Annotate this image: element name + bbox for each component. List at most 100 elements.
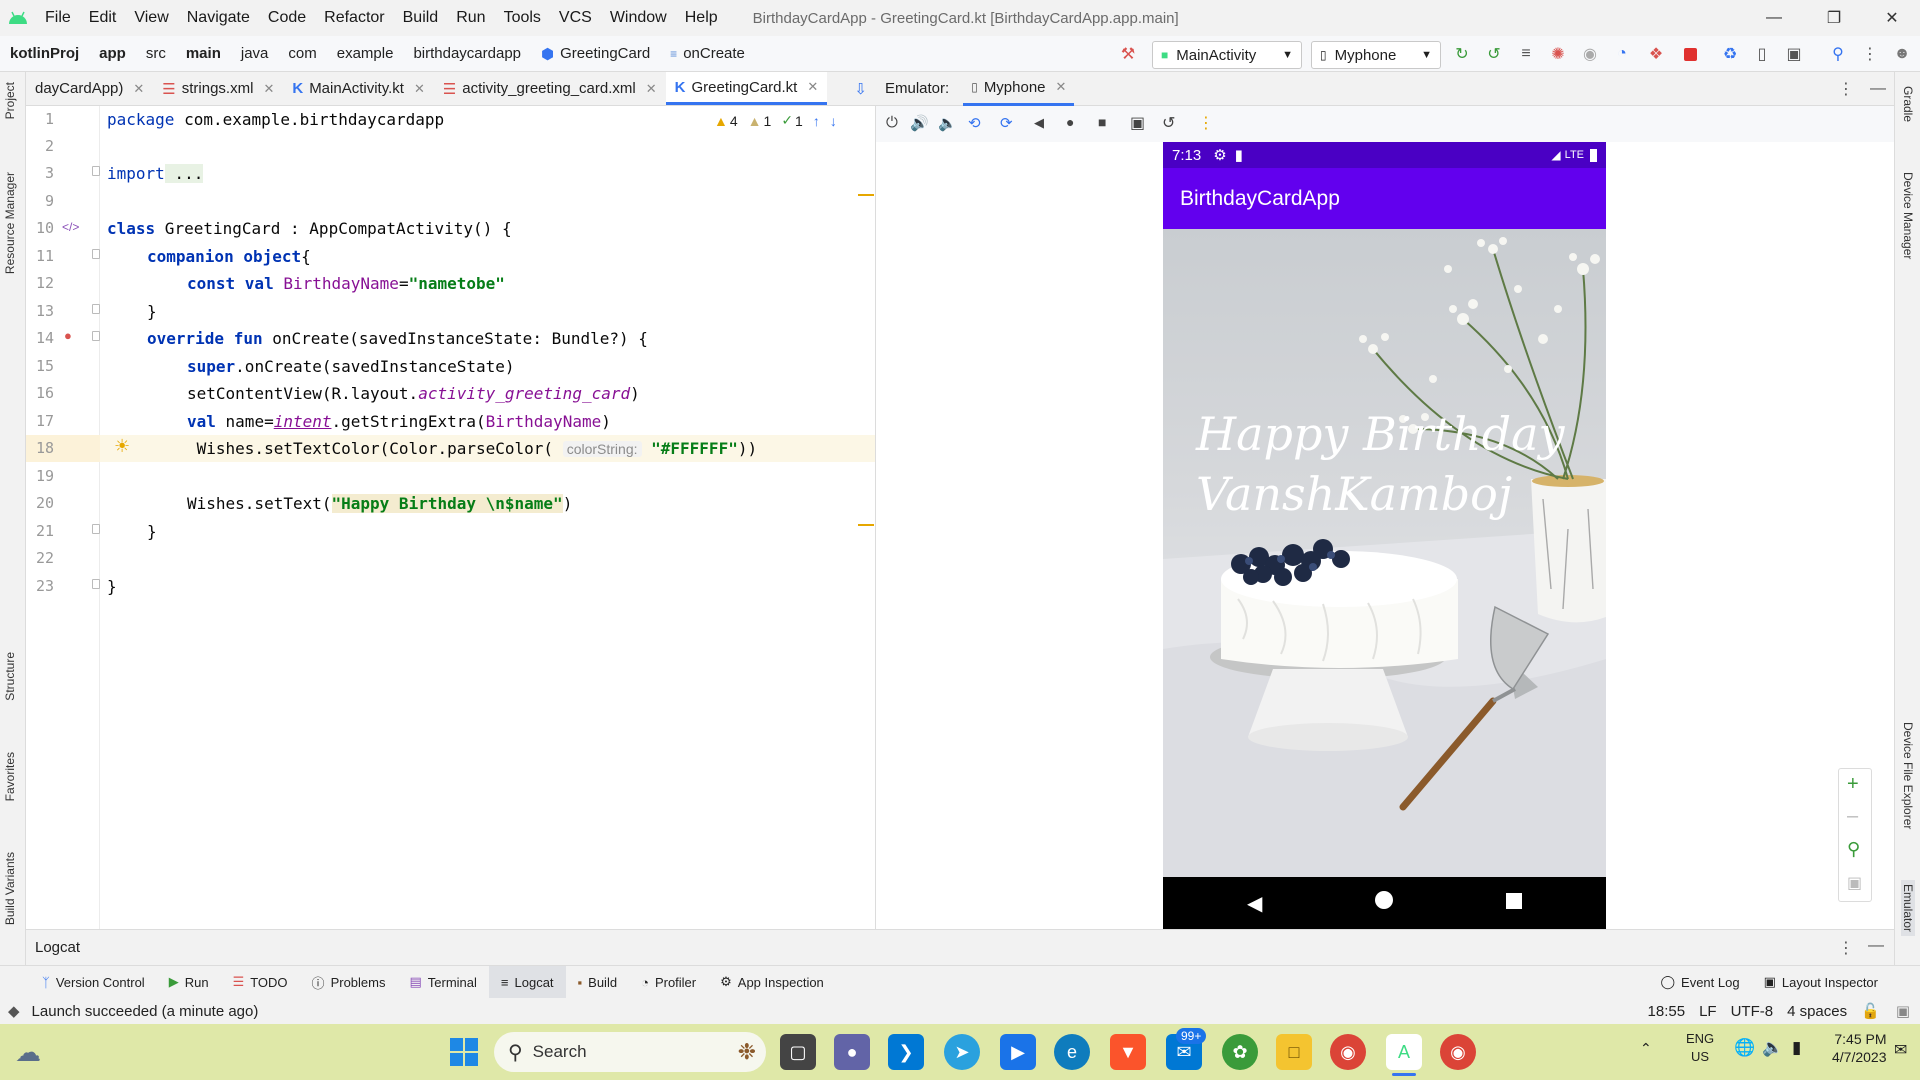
menu-view[interactable]: View (125, 0, 177, 36)
tab-logcat[interactable]: ≡ Logcat (488, 965, 566, 999)
crumb-main[interactable]: main (176, 45, 231, 62)
volume-down-icon[interactable]: 🔈 (938, 114, 957, 132)
start-button[interactable] (446, 1034, 482, 1070)
indent-setting[interactable]: 4 spaces (1787, 1003, 1847, 1020)
tab-layout-inspector[interactable]: ▣ Layout Inspector (1752, 966, 1890, 999)
close-icon[interactable]: ✕ (646, 81, 657, 97)
arrow-down-icon[interactable]: ↓ (830, 113, 837, 129)
power-icon[interactable]: ⏻ (886, 114, 898, 131)
tab-profiler[interactable]: ◔ Profiler (629, 966, 708, 999)
home-icon[interactable]: ● (1066, 114, 1074, 130)
warning-marker[interactable] (858, 194, 874, 196)
tab-event-log[interactable]: ◯ Event Log (1648, 966, 1751, 999)
snapshot-icon[interactable]: ↺ (1162, 113, 1175, 133)
apply-code-changes-icon[interactable]: ↺ (1484, 44, 1504, 64)
crumb-class[interactable]: ⬢ GreetingCard (531, 45, 660, 63)
tab-resource-manager[interactable]: Resource Manager (3, 172, 17, 274)
tab-file-mainactivity[interactable]: K MainActivity.kt ✕ (283, 72, 434, 105)
arrow-up-icon[interactable]: ↑ (813, 113, 820, 129)
menu-code[interactable]: Code (259, 0, 315, 36)
run-with-coverage-icon[interactable]: ≡ (1516, 44, 1536, 64)
memory-indicator-icon[interactable]: ▣ (1896, 1002, 1910, 1020)
battery-icon[interactable]: ▮ (1792, 1038, 1801, 1058)
task-view-icon[interactable]: ▢ (780, 1034, 816, 1070)
tab-favorites[interactable]: Favorites (3, 752, 17, 801)
tab-terminal[interactable]: ▤ Terminal (397, 966, 488, 999)
fold-icon[interactable] (92, 249, 100, 259)
override-marker-icon[interactable]: ● (64, 328, 72, 343)
menu-vcs[interactable]: VCS (550, 0, 601, 36)
crumb-module[interactable]: app (89, 45, 136, 62)
tab-gradle[interactable]: Gradle (1901, 86, 1915, 122)
restore-button[interactable]: ❐ (1806, 0, 1862, 36)
layout-link-icon[interactable]: </> (62, 220, 79, 234)
rerun-icon[interactable]: ❖ (1646, 44, 1666, 64)
tab-device-manager[interactable]: Device Manager (1901, 172, 1915, 259)
tab-run[interactable]: ▶ Run (157, 966, 221, 999)
close-icon[interactable]: ✕ (263, 81, 274, 97)
hide-panel-icon[interactable]: — (1868, 937, 1884, 955)
tabs-overflow-icon[interactable]: ⇩ (845, 72, 876, 105)
crumb-java[interactable]: java (231, 45, 279, 62)
close-icon[interactable]: ✕ (1056, 79, 1067, 95)
debug-icon[interactable]: ✺ (1548, 44, 1568, 64)
tab-build[interactable]: ▪ Build (566, 966, 630, 999)
taskbar-search[interactable]: ⚲ Search ❉ (494, 1032, 766, 1072)
menu-tools[interactable]: Tools (495, 0, 550, 36)
account-icon[interactable]: ☻ (1892, 44, 1912, 64)
inspection-widget[interactable]: ▲ 4 ▲ 1 ✓ 1 ↑ ↓ (714, 112, 837, 129)
edge-icon[interactable]: e (1054, 1034, 1090, 1070)
crumb-com[interactable]: com (278, 45, 326, 62)
fold-icon[interactable] (92, 524, 100, 534)
leaf-app-icon[interactable]: ✿ (1222, 1034, 1258, 1070)
volume-up-icon[interactable]: 🔊 (910, 114, 929, 132)
profiler-icon[interactable]: ◔ (1612, 44, 1632, 64)
warning-marker[interactable] (858, 524, 874, 526)
tab-version-control[interactable]: ᛉ Version Control (30, 966, 157, 999)
run-config-dropdown[interactable]: ■ MainActivity ▼ (1152, 41, 1302, 69)
vscode-icon[interactable]: ❯ (888, 1034, 924, 1070)
sync-gradle-icon[interactable]: ♻ (1720, 44, 1740, 64)
tab-project[interactable]: Project (3, 82, 17, 119)
more-options-icon[interactable]: ⋮ (1838, 79, 1854, 99)
language-indicator[interactable]: ENG US (1686, 1030, 1714, 1066)
emulator-device-tab[interactable]: ▯ Myphone ✕ (963, 72, 1075, 106)
more-options-icon[interactable]: ⋮ (1838, 938, 1854, 958)
tab-app-inspection[interactable]: ⚙ App Inspection (708, 966, 836, 999)
menu-edit[interactable]: Edit (80, 0, 126, 36)
caret-position[interactable]: 18:55 (1648, 1003, 1686, 1020)
nav-overview-icon[interactable] (1506, 893, 1522, 909)
hammer-build-icon[interactable]: ⚒ (1118, 44, 1138, 64)
zoom-fit-icon[interactable]: ▣ (1847, 873, 1862, 893)
close-icon[interactable]: ✕ (133, 81, 144, 97)
menu-navigate[interactable]: Navigate (178, 0, 259, 36)
file-explorer-icon[interactable]: □ (1276, 1034, 1312, 1070)
android-studio-icon[interactable]: A (1386, 1034, 1422, 1070)
tab-structure[interactable]: Structure (3, 652, 17, 701)
folded-imports[interactable]: ... (164, 164, 204, 183)
attach-debugger-icon[interactable]: ◉ (1580, 44, 1600, 64)
clock[interactable]: 7:45 PM 4/7/2023 (1832, 1030, 1887, 1066)
overview-icon[interactable]: ■ (1098, 114, 1106, 130)
menu-run[interactable]: Run (447, 0, 494, 36)
device-manager-icon[interactable]: ▯ (1752, 44, 1772, 64)
crumb-method[interactable]: ≡ onCreate (660, 45, 755, 62)
meet-icon[interactable]: ▶ (1000, 1034, 1036, 1070)
nav-back-icon[interactable]: ◀ (1247, 891, 1262, 916)
status-message[interactable]: Launch succeeded (a minute ago) (32, 1003, 259, 1020)
menu-build[interactable]: Build (394, 0, 448, 36)
stop-icon[interactable] (1680, 44, 1700, 64)
teams-chat-icon[interactable]: ● (834, 1034, 870, 1070)
telegram-icon[interactable]: ➤ (944, 1034, 980, 1070)
volume-icon[interactable]: 🔈 (1762, 1038, 1783, 1058)
close-icon[interactable]: ✕ (414, 81, 425, 97)
show-hidden-icons-icon[interactable]: ⌃ (1640, 1040, 1652, 1057)
tab-device-file-explorer[interactable]: Device File Explorer (1901, 722, 1915, 829)
device-dropdown[interactable]: ▯ Myphone ▼ (1311, 41, 1441, 69)
hide-panel-icon[interactable]: — (1870, 80, 1886, 98)
close-icon[interactable]: ✕ (807, 79, 818, 95)
weather-widget-icon[interactable]: ☁ (10, 1034, 46, 1070)
crumb-src[interactable]: src (136, 45, 176, 62)
fold-icon[interactable] (92, 331, 100, 341)
menu-refactor[interactable]: Refactor (315, 0, 393, 36)
